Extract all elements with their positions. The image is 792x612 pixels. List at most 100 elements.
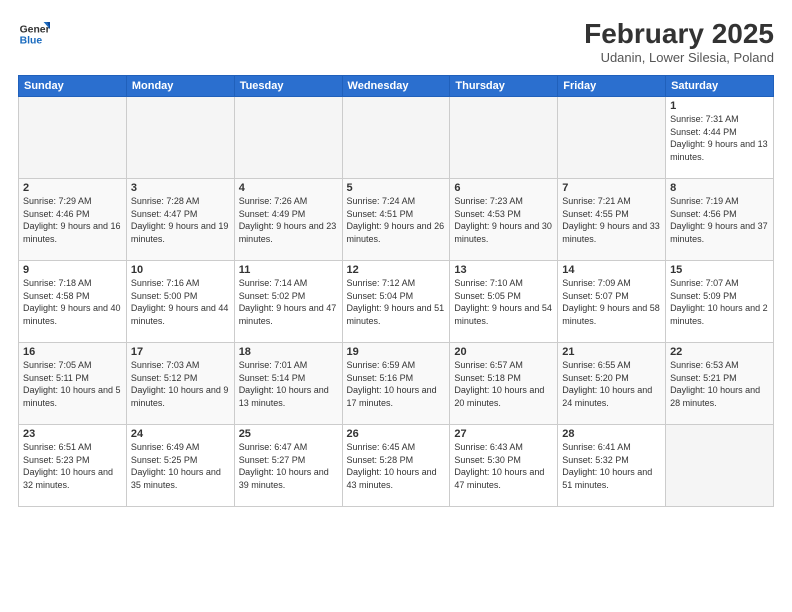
day-cell <box>558 97 666 179</box>
day-info: Sunrise: 6:57 AM Sunset: 5:18 PM Dayligh… <box>454 359 553 409</box>
day-cell: 11Sunrise: 7:14 AM Sunset: 5:02 PM Dayli… <box>234 261 342 343</box>
day-cell: 23Sunrise: 6:51 AM Sunset: 5:23 PM Dayli… <box>19 425 127 507</box>
day-number: 16 <box>23 346 122 358</box>
day-info: Sunrise: 6:59 AM Sunset: 5:16 PM Dayligh… <box>347 359 446 409</box>
day-number: 18 <box>239 346 338 358</box>
day-number: 26 <box>347 428 446 440</box>
day-cell: 21Sunrise: 6:55 AM Sunset: 5:20 PM Dayli… <box>558 343 666 425</box>
day-cell: 19Sunrise: 6:59 AM Sunset: 5:16 PM Dayli… <box>342 343 450 425</box>
day-info: Sunrise: 7:14 AM Sunset: 5:02 PM Dayligh… <box>239 277 338 327</box>
day-number: 5 <box>347 182 446 194</box>
day-number: 27 <box>454 428 553 440</box>
day-number: 28 <box>562 428 661 440</box>
day-info: Sunrise: 6:41 AM Sunset: 5:32 PM Dayligh… <box>562 441 661 491</box>
day-cell: 8Sunrise: 7:19 AM Sunset: 4:56 PM Daylig… <box>666 179 774 261</box>
day-info: Sunrise: 7:31 AM Sunset: 4:44 PM Dayligh… <box>670 113 769 163</box>
title-block: February 2025 Udanin, Lower Silesia, Pol… <box>584 18 774 65</box>
main-title: February 2025 <box>584 18 774 50</box>
day-number: 3 <box>131 182 230 194</box>
col-header-friday: Friday <box>558 76 666 97</box>
day-cell: 1Sunrise: 7:31 AM Sunset: 4:44 PM Daylig… <box>666 97 774 179</box>
day-cell: 12Sunrise: 7:12 AM Sunset: 5:04 PM Dayli… <box>342 261 450 343</box>
day-info: Sunrise: 6:55 AM Sunset: 5:20 PM Dayligh… <box>562 359 661 409</box>
day-cell: 14Sunrise: 7:09 AM Sunset: 5:07 PM Dayli… <box>558 261 666 343</box>
day-cell: 26Sunrise: 6:45 AM Sunset: 5:28 PM Dayli… <box>342 425 450 507</box>
day-number: 8 <box>670 182 769 194</box>
logo: General Blue <box>18 18 50 50</box>
day-cell <box>342 97 450 179</box>
day-cell <box>450 97 558 179</box>
day-number: 23 <box>23 428 122 440</box>
day-cell: 9Sunrise: 7:18 AM Sunset: 4:58 PM Daylig… <box>19 261 127 343</box>
week-row-0: 1Sunrise: 7:31 AM Sunset: 4:44 PM Daylig… <box>19 97 774 179</box>
day-number: 1 <box>670 100 769 112</box>
col-header-thursday: Thursday <box>450 76 558 97</box>
week-row-2: 9Sunrise: 7:18 AM Sunset: 4:58 PM Daylig… <box>19 261 774 343</box>
day-info: Sunrise: 7:07 AM Sunset: 5:09 PM Dayligh… <box>670 277 769 327</box>
day-number: 9 <box>23 264 122 276</box>
day-number: 14 <box>562 264 661 276</box>
day-cell: 3Sunrise: 7:28 AM Sunset: 4:47 PM Daylig… <box>126 179 234 261</box>
calendar-header: SundayMondayTuesdayWednesdayThursdayFrid… <box>19 76 774 97</box>
day-number: 13 <box>454 264 553 276</box>
day-number: 19 <box>347 346 446 358</box>
day-number: 11 <box>239 264 338 276</box>
day-info: Sunrise: 7:18 AM Sunset: 4:58 PM Dayligh… <box>23 277 122 327</box>
day-info: Sunrise: 7:05 AM Sunset: 5:11 PM Dayligh… <box>23 359 122 409</box>
day-info: Sunrise: 7:10 AM Sunset: 5:05 PM Dayligh… <box>454 277 553 327</box>
day-info: Sunrise: 6:53 AM Sunset: 5:21 PM Dayligh… <box>670 359 769 409</box>
day-number: 6 <box>454 182 553 194</box>
day-cell: 5Sunrise: 7:24 AM Sunset: 4:51 PM Daylig… <box>342 179 450 261</box>
day-number: 21 <box>562 346 661 358</box>
day-cell <box>234 97 342 179</box>
day-info: Sunrise: 6:49 AM Sunset: 5:25 PM Dayligh… <box>131 441 230 491</box>
header: General Blue February 2025 Udanin, Lower… <box>18 18 774 65</box>
svg-text:General: General <box>20 24 50 35</box>
day-info: Sunrise: 7:29 AM Sunset: 4:46 PM Dayligh… <box>23 195 122 245</box>
day-number: 7 <box>562 182 661 194</box>
calendar-body: 1Sunrise: 7:31 AM Sunset: 4:44 PM Daylig… <box>19 97 774 507</box>
day-cell: 18Sunrise: 7:01 AM Sunset: 5:14 PM Dayli… <box>234 343 342 425</box>
day-cell <box>666 425 774 507</box>
col-header-wednesday: Wednesday <box>342 76 450 97</box>
day-info: Sunrise: 6:51 AM Sunset: 5:23 PM Dayligh… <box>23 441 122 491</box>
day-cell: 22Sunrise: 6:53 AM Sunset: 5:21 PM Dayli… <box>666 343 774 425</box>
day-cell: 13Sunrise: 7:10 AM Sunset: 5:05 PM Dayli… <box>450 261 558 343</box>
col-header-saturday: Saturday <box>666 76 774 97</box>
day-number: 22 <box>670 346 769 358</box>
day-cell: 7Sunrise: 7:21 AM Sunset: 4:55 PM Daylig… <box>558 179 666 261</box>
page: General Blue February 2025 Udanin, Lower… <box>0 0 792 612</box>
day-cell: 16Sunrise: 7:05 AM Sunset: 5:11 PM Dayli… <box>19 343 127 425</box>
day-cell: 20Sunrise: 6:57 AM Sunset: 5:18 PM Dayli… <box>450 343 558 425</box>
day-number: 2 <box>23 182 122 194</box>
day-cell: 6Sunrise: 7:23 AM Sunset: 4:53 PM Daylig… <box>450 179 558 261</box>
week-row-3: 16Sunrise: 7:05 AM Sunset: 5:11 PM Dayli… <box>19 343 774 425</box>
day-number: 20 <box>454 346 553 358</box>
day-info: Sunrise: 7:01 AM Sunset: 5:14 PM Dayligh… <box>239 359 338 409</box>
svg-text:Blue: Blue <box>20 36 43 47</box>
day-cell: 27Sunrise: 6:43 AM Sunset: 5:30 PM Dayli… <box>450 425 558 507</box>
day-info: Sunrise: 7:19 AM Sunset: 4:56 PM Dayligh… <box>670 195 769 245</box>
day-number: 24 <box>131 428 230 440</box>
day-cell: 28Sunrise: 6:41 AM Sunset: 5:32 PM Dayli… <box>558 425 666 507</box>
day-cell: 24Sunrise: 6:49 AM Sunset: 5:25 PM Dayli… <box>126 425 234 507</box>
week-row-4: 23Sunrise: 6:51 AM Sunset: 5:23 PM Dayli… <box>19 425 774 507</box>
day-info: Sunrise: 7:24 AM Sunset: 4:51 PM Dayligh… <box>347 195 446 245</box>
col-header-tuesday: Tuesday <box>234 76 342 97</box>
day-info: Sunrise: 7:26 AM Sunset: 4:49 PM Dayligh… <box>239 195 338 245</box>
day-cell <box>19 97 127 179</box>
day-number: 25 <box>239 428 338 440</box>
day-cell: 17Sunrise: 7:03 AM Sunset: 5:12 PM Dayli… <box>126 343 234 425</box>
header-row: SundayMondayTuesdayWednesdayThursdayFrid… <box>19 76 774 97</box>
day-number: 4 <box>239 182 338 194</box>
day-cell <box>126 97 234 179</box>
day-info: Sunrise: 6:45 AM Sunset: 5:28 PM Dayligh… <box>347 441 446 491</box>
col-header-sunday: Sunday <box>19 76 127 97</box>
logo-icon: General Blue <box>18 18 50 50</box>
day-info: Sunrise: 6:47 AM Sunset: 5:27 PM Dayligh… <box>239 441 338 491</box>
day-cell: 25Sunrise: 6:47 AM Sunset: 5:27 PM Dayli… <box>234 425 342 507</box>
calendar-table: SundayMondayTuesdayWednesdayThursdayFrid… <box>18 75 774 507</box>
day-info: Sunrise: 6:43 AM Sunset: 5:30 PM Dayligh… <box>454 441 553 491</box>
day-number: 10 <box>131 264 230 276</box>
week-row-1: 2Sunrise: 7:29 AM Sunset: 4:46 PM Daylig… <box>19 179 774 261</box>
